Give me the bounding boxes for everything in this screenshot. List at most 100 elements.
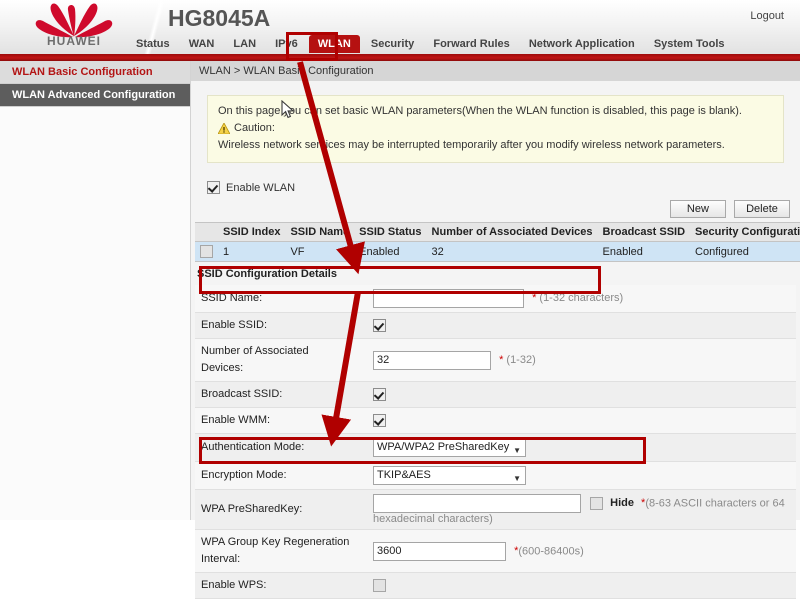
sidebar: WLAN Basic Configuration WLAN Advanced C… [0, 61, 191, 520]
label-ssid-name: SSID Name: [195, 285, 367, 313]
table-header-row: SSID Index SSID Name SSID Status Number … [195, 223, 800, 242]
group-key-interval-hint: (600-86400s) [518, 545, 583, 557]
header-accent-bar [0, 54, 800, 61]
ssid-name-hint: * (1-32 characters) [532, 292, 623, 304]
field-encryption-mode-cell: TKIP&AES ▼ [367, 462, 796, 490]
enable-wmm-checkbox[interactable] [373, 414, 386, 427]
broadcast-ssid-checkbox[interactable] [373, 388, 386, 401]
associated-devices-hint: * (1-32) [499, 354, 536, 366]
row-associated-devices: Number of Associated Devices: 32 * (1-32… [195, 339, 796, 382]
label-authentication-mode: Authentication Mode: [195, 434, 367, 462]
nav-item-system-tools[interactable]: System Tools [646, 36, 733, 52]
cell-broadcast-ssid: Enabled [598, 242, 691, 262]
label-associated-devices-line2: Devices: [201, 360, 361, 377]
hide-password-checkbox[interactable] [590, 497, 603, 510]
sidebar-item-wlan-advanced-configuration[interactable]: WLAN Advanced Configuration [0, 84, 190, 107]
caution-label: Caution: [234, 120, 275, 137]
label-encryption-mode: Encryption Mode: [195, 462, 367, 490]
encryption-mode-value: TKIP&AES [377, 469, 431, 481]
field-authentication-mode-cell: WPA/WPA2 PreSharedKey ▼ [367, 434, 796, 462]
notice-box: On this page you can set basic WLAN para… [207, 95, 784, 163]
nav-item-lan[interactable]: LAN [225, 36, 264, 52]
row-enable-wmm: Enable WMM: [195, 408, 796, 434]
authentication-mode-select[interactable]: WPA/WPA2 PreSharedKey ▼ [373, 438, 526, 457]
row-broadcast-ssid: Broadcast SSID: [195, 382, 796, 408]
associated-devices-input[interactable]: 32 [373, 351, 491, 370]
sidebar-item-wlan-basic-configuration[interactable]: WLAN Basic Configuration [0, 61, 190, 84]
field-enable-wmm-cell [367, 408, 796, 434]
field-enable-ssid-cell [367, 313, 796, 339]
cell-ssid-status: Enabled [354, 242, 426, 262]
notice-line-1: On this page you can set basic WLAN para… [218, 103, 773, 120]
associated-devices-required-star: * [499, 354, 503, 366]
huawei-brand-text: HUAWEI [24, 34, 124, 48]
warning-triangle-icon [218, 123, 230, 134]
label-enable-ssid: Enable SSID: [195, 313, 367, 339]
nav-item-status[interactable]: Status [128, 36, 178, 52]
cell-security-configuration: Configured [690, 242, 800, 262]
group-key-interval-input[interactable]: 3600 [373, 542, 506, 561]
label-group-key-interval: WPA Group Key Regeneration Interval: [195, 530, 367, 573]
row-ssid-name: SSID Name: * (1-32 characters) [195, 285, 796, 313]
ssid-configuration-form: SSID Name: * (1-32 characters) Enable SS… [195, 285, 796, 599]
main-navigation: Status WAN LAN IPv6 WLAN Security Forwar… [128, 36, 733, 54]
column-security-configuration: Security Configuration [690, 223, 800, 242]
column-ssid-name: SSID Name [285, 223, 354, 242]
content-area: WLAN > WLAN Basic Configuration On this … [191, 61, 800, 520]
nav-item-wan[interactable]: WAN [181, 36, 223, 52]
row-wpa-presharedkey: WPA PreSharedKey: Hide *(8-63 ASCII char… [195, 490, 796, 530]
label-broadcast-ssid: Broadcast SSID: [195, 382, 367, 408]
ssid-name-hint-text: (1-32 characters) [539, 292, 623, 304]
cell-ssid-index: 1 [218, 242, 285, 262]
column-ssid-index: SSID Index [218, 223, 285, 242]
nav-item-security[interactable]: Security [363, 36, 422, 52]
nav-item-forward-rules[interactable]: Forward Rules [425, 36, 517, 52]
label-enable-wps: Enable WPS: [195, 573, 367, 599]
ssid-table: SSID Index SSID Name SSID Status Number … [195, 222, 800, 262]
hide-password-label: Hide [610, 497, 634, 509]
label-associated-devices: Number of Associated Devices: [195, 339, 367, 382]
nav-item-network-application[interactable]: Network Application [521, 36, 643, 52]
column-broadcast-ssid: Broadcast SSID [598, 223, 691, 242]
enable-ssid-checkbox[interactable] [373, 319, 386, 332]
field-wpa-presharedkey-cell: Hide *(8-63 ASCII characters or 64 hexad… [367, 490, 796, 530]
chevron-down-icon: ▼ [513, 443, 521, 458]
delete-button[interactable]: Delete [734, 200, 790, 218]
ssid-name-input[interactable] [373, 289, 524, 308]
details-section-title: SSID Configuration Details [191, 262, 800, 285]
table-row[interactable]: 1 VF Enabled 32 Enabled Configured [195, 242, 800, 262]
column-ssid-status: SSID Status [354, 223, 426, 242]
column-associated-devices: Number of Associated Devices [427, 223, 598, 242]
row-select-checkbox[interactable] [200, 245, 213, 258]
authentication-mode-value: WPA/WPA2 PreSharedKey [377, 441, 509, 453]
field-enable-wps-cell [367, 573, 796, 599]
label-group-key-interval-line1: WPA Group Key Regeneration [201, 534, 361, 551]
enable-wlan-label: Enable WLAN [226, 182, 295, 194]
nav-item-wlan[interactable]: WLAN [309, 35, 360, 53]
label-enable-wmm: Enable WMM: [195, 408, 367, 434]
chevron-down-icon: ▼ [513, 471, 521, 486]
enable-wps-checkbox[interactable] [373, 579, 386, 592]
page-title: HG8045A [168, 5, 270, 32]
logout-link[interactable]: Logout [750, 10, 784, 22]
breadcrumb: WLAN > WLAN Basic Configuration [191, 61, 800, 81]
page-header: HUAWEI HG8045A Logout Status WAN LAN IPv… [0, 0, 800, 54]
nav-item-ipv6[interactable]: IPv6 [267, 36, 306, 52]
notice-line-2: Wireless network services may be interru… [218, 137, 773, 154]
wpa-presharedkey-input[interactable] [373, 494, 581, 513]
select-all-column [195, 223, 218, 242]
row-encryption-mode: Encryption Mode: TKIP&AES ▼ [195, 462, 796, 490]
field-group-key-interval-cell: 3600 *(600-86400s) [367, 530, 796, 573]
label-wpa-presharedkey: WPA PreSharedKey: [195, 490, 367, 530]
new-button[interactable]: New [670, 200, 726, 218]
associated-devices-hint-text: (1-32) [506, 354, 535, 366]
field-associated-devices-cell: 32 * (1-32) [367, 339, 796, 382]
table-toolbar: New Delete [191, 194, 800, 222]
cell-associated-devices: 32 [427, 242, 598, 262]
enable-wlan-checkbox[interactable] [207, 181, 220, 194]
label-group-key-interval-line2: Interval: [201, 551, 361, 568]
row-select-cell[interactable] [195, 242, 218, 262]
encryption-mode-select[interactable]: TKIP&AES ▼ [373, 466, 526, 485]
row-enable-wps: Enable WPS: [195, 573, 796, 599]
row-group-key-interval: WPA Group Key Regeneration Interval: 360… [195, 530, 796, 573]
